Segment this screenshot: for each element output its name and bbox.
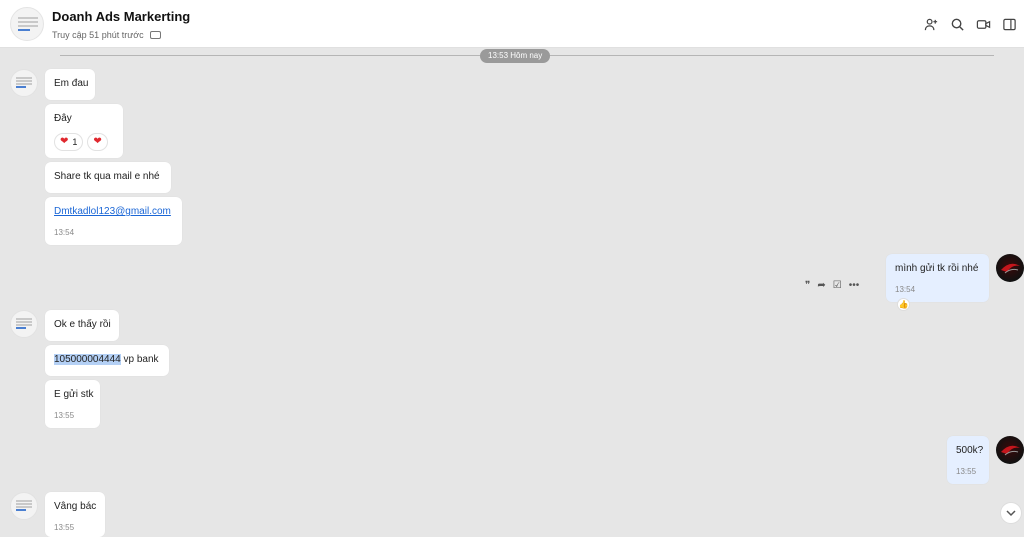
message-bubble[interactable]: Ok e thấy rồi [45,310,119,341]
my-avatar[interactable] [996,436,1024,464]
message-time: 13:55 [54,411,75,420]
tag-icon[interactable] [149,31,161,39]
message-bubble[interactable]: 105000004444 vp bank [45,345,169,376]
message-actions: ❞ ➦ ☑ ••• [805,281,859,291]
message-text: mình gửi tk rồi nhé [895,263,979,274]
message-time: 13:55 [956,467,977,476]
message-text-row: 105000004444 vp bank [54,354,159,365]
message-time: 13:55 [54,523,75,532]
reactions: ❤ 1 ❤ [54,133,108,151]
last-seen-text: Truy cập 51 phút trước [52,30,144,40]
more-icon[interactable]: ••• [849,281,860,291]
quote-icon[interactable]: ❞ [805,281,810,291]
search-icon[interactable] [948,14,966,34]
contact-name[interactable]: Doanh Ads Markerting [52,9,190,24]
reaction-count: 1 [72,137,78,147]
chevron-down-icon [1006,510,1016,517]
like-reaction-icon[interactable]: 👍 [897,298,910,311]
add-reaction-button[interactable]: ❤ [87,133,108,151]
user-plus-icon[interactable] [922,14,940,34]
message-text: vp bank [120,354,159,365]
my-avatar[interactable] [996,254,1024,282]
message-bubble[interactable]: Vâng bác 13:55 [45,492,105,537]
selected-account-number[interactable]: 105000004444 [54,354,121,365]
heart-icon: ❤ [60,136,69,147]
message-time: 13:54 [54,228,75,237]
message-text: Share tk qua mail e nhé [54,171,160,182]
sender-avatar[interactable] [10,492,38,520]
video-call-icon[interactable] [974,14,992,34]
forward-icon[interactable]: ➦ [817,281,825,291]
contact-status: Truy cập 51 phút trước [52,30,161,40]
contact-avatar[interactable] [10,7,44,41]
message-text: Đây [54,113,72,124]
message-bubble[interactable]: E gửi stk 13:55 [45,380,100,428]
time-divider: 13:53 Hôm nay [480,49,551,63]
message-text: Vâng bác [54,501,97,512]
scroll-to-bottom-button[interactable] [1000,502,1022,524]
message-text: Em đau [54,78,89,89]
message-time: 13:54 [895,285,916,294]
message-text: 500k? [956,445,984,456]
message-text: E gửi stk [54,389,94,400]
message-bubble[interactable]: Em đau [45,69,95,100]
message-bubble[interactable]: Dmtkadlol123@gmail.com 13:54 [45,197,182,245]
heart-icon: ❤ [93,136,102,147]
my-message-bubble[interactable]: 500k? 13:55 [947,436,989,484]
task-icon[interactable]: ☑ [833,281,842,291]
chat-header: Doanh Ads Markerting Truy cập 51 phút tr… [0,0,1024,48]
message-bubble[interactable]: Đây ❤ 1 ❤ [45,104,123,158]
sidebar-toggle-icon[interactable] [1000,14,1018,34]
header-actions [922,14,1018,34]
my-message-bubble[interactable]: mình gửi tk rồi nhé 13:54 [886,254,989,302]
sender-avatar[interactable] [10,310,38,338]
message-text: Ok e thấy rồi [54,319,111,330]
reaction-chip[interactable]: ❤ 1 [54,133,84,151]
message-bubble[interactable]: Share tk qua mail e nhé [45,162,171,193]
email-link[interactable]: Dmtkadlol123@gmail.com [54,206,171,217]
sender-avatar[interactable] [10,69,38,97]
